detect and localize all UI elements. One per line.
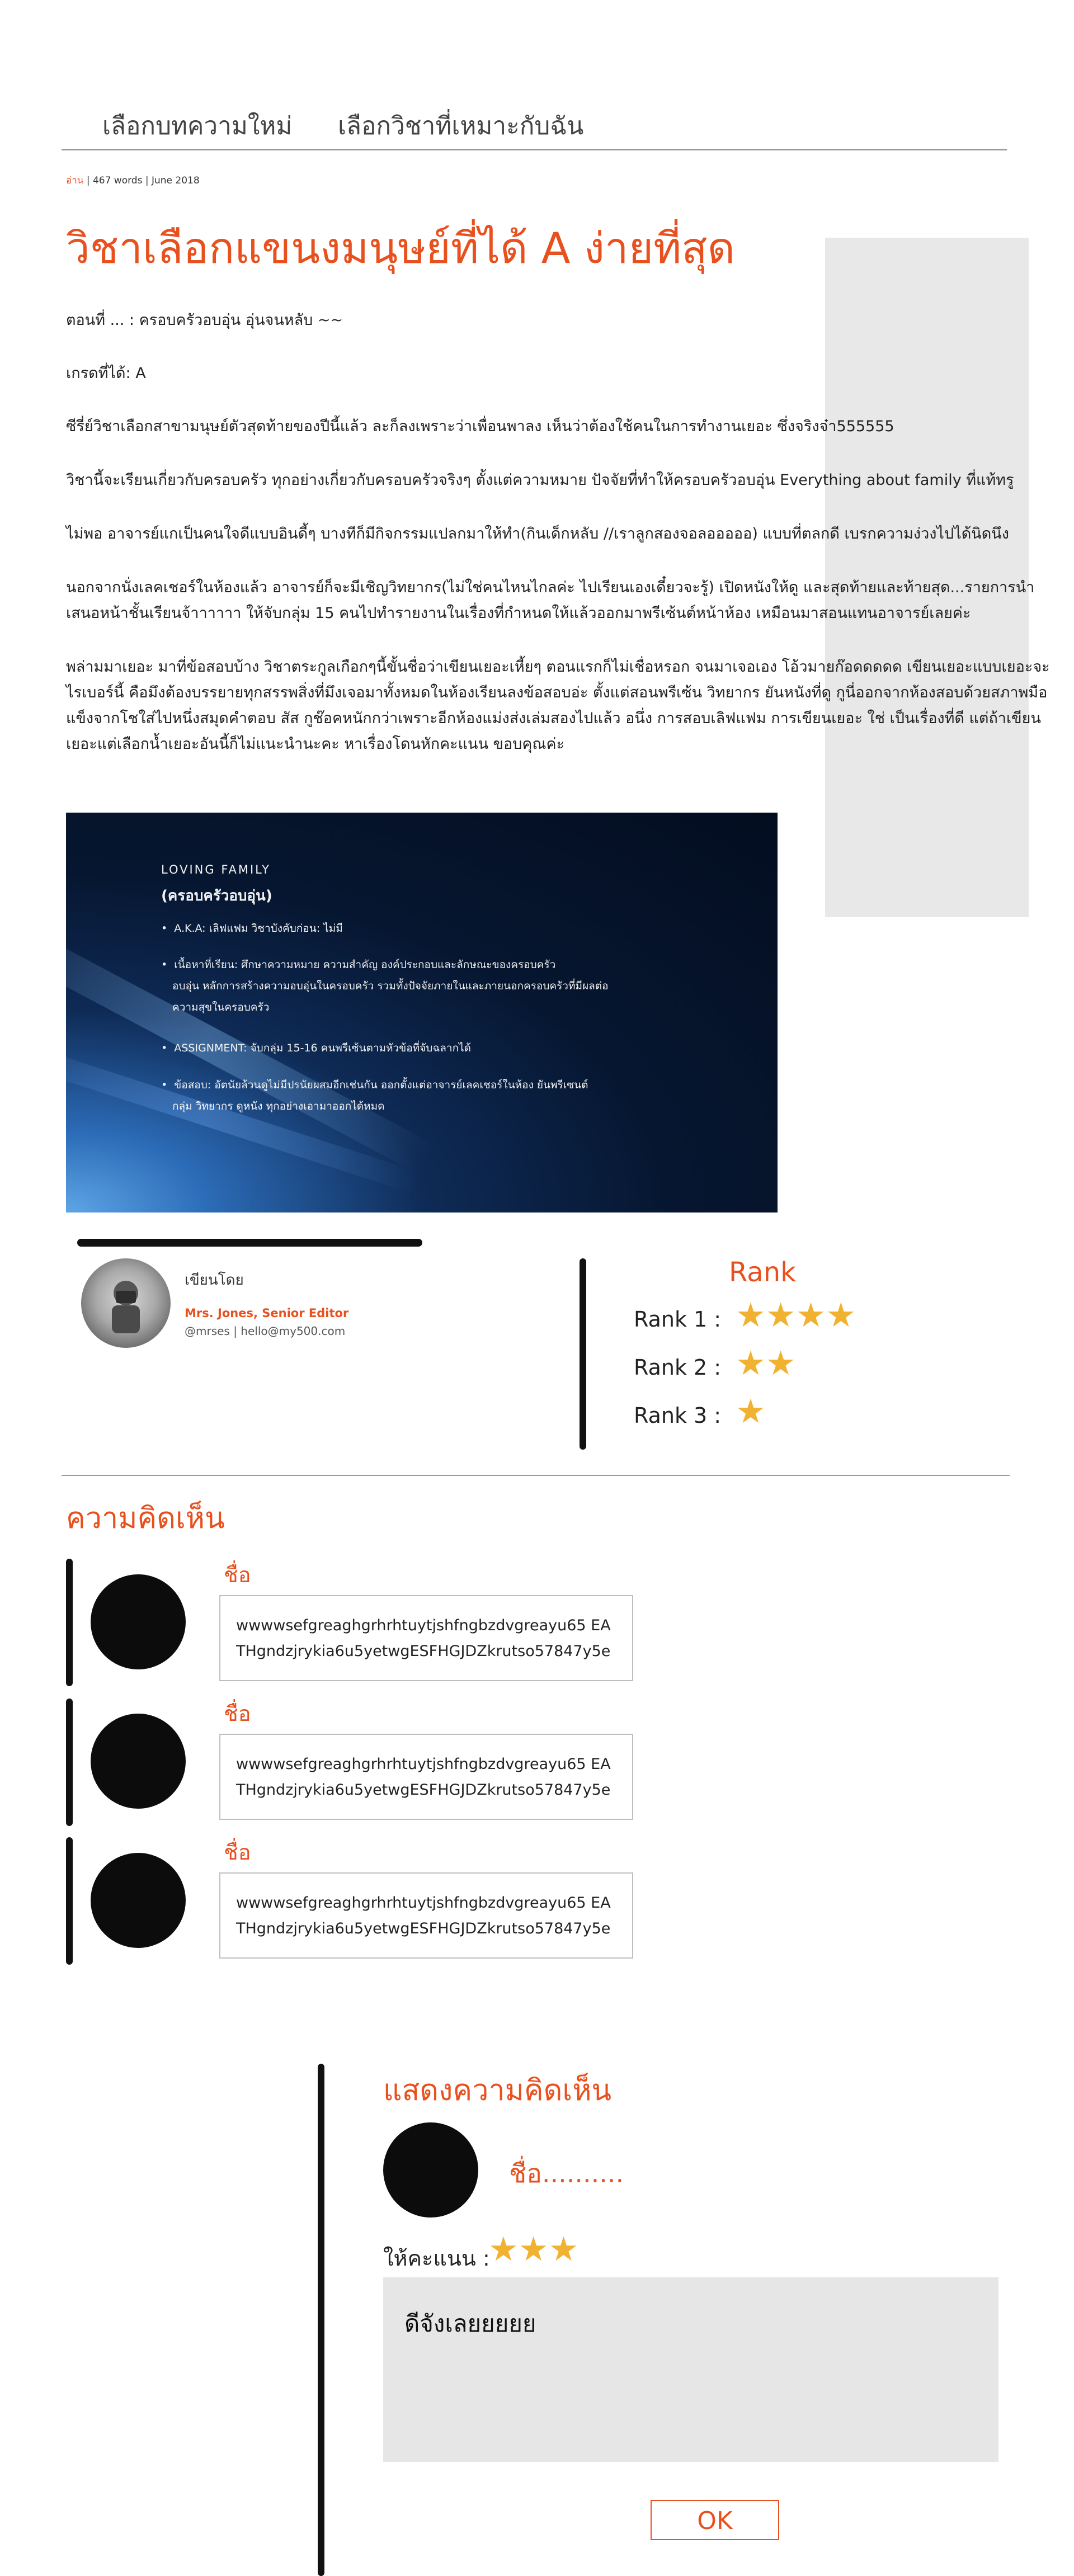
comment-bar	[66, 1699, 73, 1826]
rank-1-stars: ★★★★	[736, 1299, 856, 1332]
ok-button[interactable]: OK	[651, 2500, 779, 2540]
rating-stars[interactable]: ★★★	[488, 2233, 578, 2266]
rank-2-stars: ★★	[736, 1347, 796, 1380]
rank-divider	[580, 1258, 586, 1450]
article-meta: อ่าน | 467 words | June 2018	[66, 175, 200, 186]
author-avatar	[81, 1258, 171, 1348]
star-icon: ★	[736, 1344, 766, 1383]
hero-bullet-continued: ความสุขในครอบครัว	[172, 1001, 270, 1013]
article-paragraph: ซีรี่ย์วิชาเลือกสาขามนุษย์ตัวสุดท้ายของป…	[66, 418, 894, 435]
hero-bullet-continued: กลุ่ม วิทยากร ดูหนัง ทุกอย่างเอามาออกได้…	[172, 1100, 385, 1112]
comment-textarea[interactable]: ดีจังเลยยยยย	[383, 2277, 998, 2462]
meta-words: 467 words	[92, 175, 143, 186]
commenter-avatar	[383, 2122, 478, 2218]
author-label: เขียนโดย	[185, 1272, 244, 1289]
section-bar	[77, 1239, 422, 1247]
star-icon: ★	[736, 1296, 766, 1335]
comment-name: ชื่อ	[224, 1840, 251, 1865]
hero-bullet-continued: อบอุ่น หลักการสร้างความอบอุ่นในครอบครัว …	[172, 980, 609, 992]
article-paragraph: เกรดที่ได้: A	[66, 365, 146, 382]
rank-label: Rank 3 :	[634, 1403, 722, 1428]
rank-title: Rank	[729, 1257, 796, 1288]
star-icon: ★	[736, 1392, 766, 1431]
article-paragraph: วิชานี้จะเรียนเกี่ยวกับครอบครัว ทุกอย่าง…	[66, 471, 1014, 489]
star-icon: ★	[826, 1296, 856, 1335]
star-icon: ★	[765, 1344, 796, 1383]
star-icon: ★	[795, 1296, 826, 1335]
hero-bullet: • ASSIGNMENT: จับกลุ่ม 15-16 คนพรีเซ้นตา…	[161, 1042, 471, 1054]
author-photo-icon	[112, 1281, 140, 1333]
hero-title-en: LOVING FAMILY	[161, 863, 271, 876]
hero-bullet: • ข้อสอบ: อัตนัยล้วนดูไม่มีปรนัยผสมอีกเช…	[161, 1079, 588, 1091]
comments-heading: ความคิดเห็น	[66, 1502, 225, 1535]
article-paragraph: พล่ามมาเยอะ มาที่ข้อสอบบ้าง วิชาตระกูลเก…	[66, 658, 1050, 753]
hero-bullet: • A.K.A: เลิฟแฟม วิชาบังคับก่อน: ไม่มี	[161, 922, 343, 935]
star-icon[interactable]: ★	[549, 2230, 579, 2269]
nav-divider	[62, 149, 1007, 150]
hero-bullet: • เนื้อหาที่เรียน: ศึกษาความหมาย ความสำค…	[161, 959, 556, 971]
article-paragraph: ไม่พอ อาจารย์แกเป็นคนใจดีแบบอินดี้ๆ บางท…	[66, 525, 1009, 542]
comment-avatar	[91, 1574, 186, 1669]
rating-label: ให้คะแนน :	[383, 2246, 490, 2271]
rank-row-1: Rank 1 :	[634, 1307, 721, 1332]
comment-text: wwwwsefgreaghgrhrhtuytjshfngbzdvgreayu65…	[219, 1734, 633, 1820]
meta-category[interactable]: อ่าน	[66, 175, 83, 186]
article-paragraph: นอกจากนั่งเลคเชอร์ในห้องแล้ว อาจารย์ก็จะ…	[66, 579, 1035, 622]
comment-bar	[66, 1837, 73, 1965]
comment-avatar	[91, 1853, 186, 1948]
author-name[interactable]: Mrs. Jones, Senior Editor	[185, 1306, 348, 1320]
star-icon: ★	[765, 1296, 796, 1335]
comment-bar	[66, 1559, 73, 1686]
comment-avatar	[91, 1714, 186, 1809]
write-comment-heading: แสดงความคิดเห็น	[383, 2074, 612, 2107]
commenter-name-input[interactable]: ชื่อ..........	[509, 2153, 624, 2194]
star-icon[interactable]: ★	[519, 2230, 549, 2269]
rank-label: Rank 1 :	[634, 1307, 722, 1332]
nav-new-article[interactable]: เลือกบทความใหม่	[102, 106, 292, 145]
section-divider	[62, 1475, 1010, 1476]
hero-title-th: (ครอบครัวอบอุ่น)	[161, 888, 272, 904]
star-icon[interactable]: ★	[488, 2230, 519, 2269]
rank-row-3: Rank 3 :	[634, 1403, 721, 1428]
hero-image: LOVING FAMILY (ครอบครัวอบอุ่น) • A.K.A: …	[66, 813, 778, 1212]
nav-choose-subject[interactable]: เลือกวิชาที่เหมาะกับฉัน	[338, 106, 583, 145]
rank-label: Rank 2 :	[634, 1355, 722, 1380]
article-paragraph: ตอนที่ ... : ครอบครัวอบอุ่น อุ่นจนหลับ ~…	[66, 312, 343, 329]
comment-name: ชื่อ	[224, 1563, 251, 1587]
author-contact[interactable]: @mrses | hello@my500.com	[185, 1324, 345, 1338]
comment-name: ชื่อ	[224, 1701, 251, 1726]
comment-text: wwwwsefgreaghgrhrhtuytjshfngbzdvgreayu65…	[219, 1595, 633, 1681]
article-title: วิชาเลือกแขนงมนุษย์ที่ได้ A ง่ายที่สุด	[66, 223, 735, 273]
rank-row-2: Rank 2 :	[634, 1355, 721, 1380]
write-comment-bar	[318, 2064, 324, 2576]
rank-3-stars: ★	[736, 1395, 766, 1428]
comment-text: wwwwsefgreaghgrhrhtuytjshfngbzdvgreayu65…	[219, 1872, 633, 1959]
meta-date: June 2018	[151, 175, 200, 186]
